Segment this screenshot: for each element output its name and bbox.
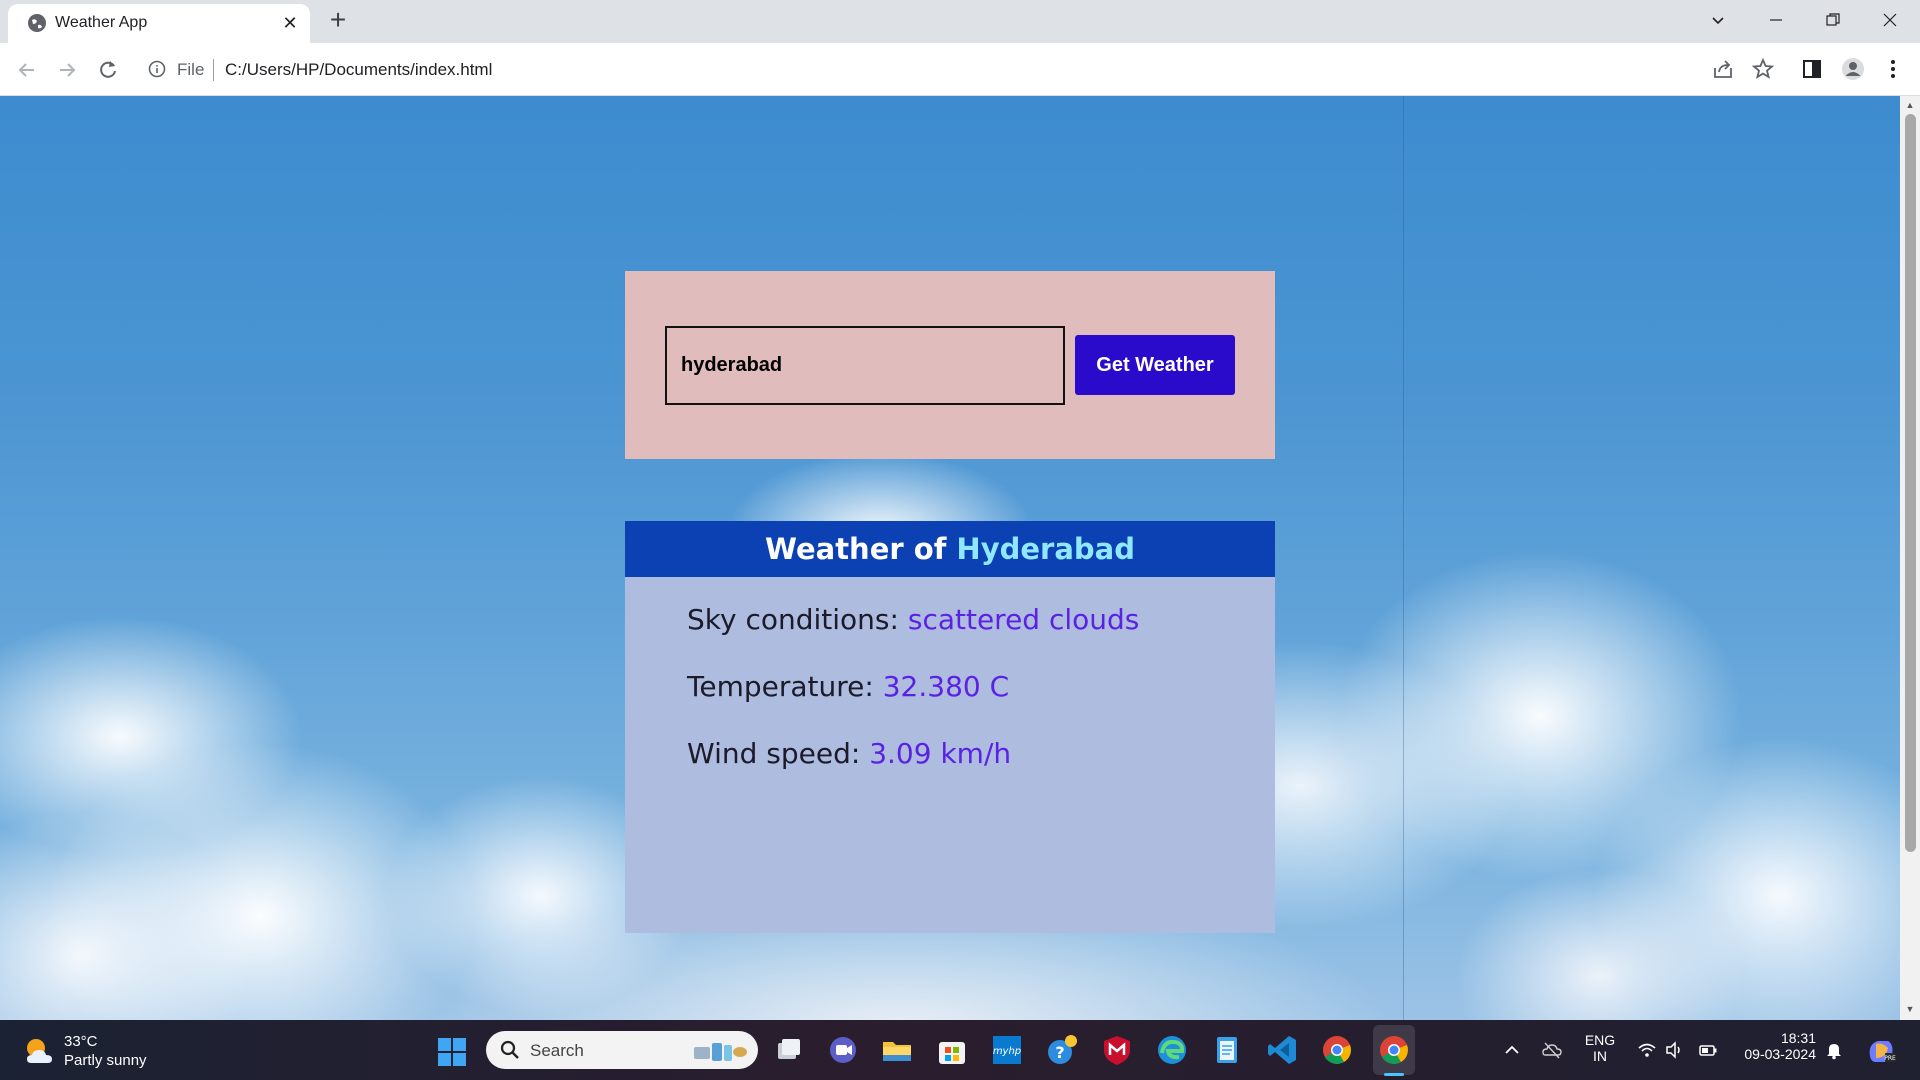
task-view-icon[interactable] <box>772 1033 806 1067</box>
address-separator <box>213 59 214 81</box>
notepad-icon[interactable] <box>1210 1033 1244 1067</box>
wind-label: Wind speed: <box>687 737 861 770</box>
profile-avatar-icon[interactable] <box>1840 56 1866 82</box>
partly-sunny-icon <box>27 1039 52 1063</box>
sky-label: Sky conditions: <box>687 603 899 636</box>
svg-text:myhp: myhp <box>993 1046 1021 1057</box>
tab-close-icon[interactable]: ✕ <box>280 13 300 33</box>
search-icon <box>500 1040 519 1059</box>
taskbar-weather-desc: Partly sunny <box>64 1052 147 1069</box>
taskbar-weather-temp: 33°C <box>64 1033 98 1050</box>
page-viewport: Get Weather Weather of Hyderabad Sky con… <box>0 96 1900 1020</box>
weather-header: Weather of Hyderabad <box>625 521 1275 577</box>
temperature-value: 32.380 C <box>882 670 1010 703</box>
forward-icon[interactable] <box>52 55 82 85</box>
address-scheme-label: File <box>177 60 205 79</box>
svg-text:?: ? <box>1055 1043 1064 1062</box>
tab-title: Weather App <box>55 14 148 31</box>
taskbar-search-placeholder: Search <box>530 1041 584 1060</box>
page-scrollbar[interactable]: ▲ ▼ <box>1900 96 1920 1020</box>
copilot-icon[interactable]: PRE <box>1866 1036 1896 1064</box>
minimize-icon[interactable] <box>1748 0 1804 40</box>
bookmark-star-icon[interactable] <box>1750 56 1776 82</box>
myhp-icon[interactable]: myhp <box>990 1033 1024 1067</box>
language-bottom: IN <box>1593 1048 1607 1064</box>
battery-icon[interactable] <box>1698 1040 1718 1060</box>
search-highlight-icon <box>694 1043 747 1061</box>
language-top: ENG <box>1584 1032 1616 1048</box>
volume-icon[interactable] <box>1664 1040 1684 1060</box>
taskbar-weather-widget[interactable]: 33°C Partly sunny <box>18 1030 198 1072</box>
globe-icon <box>28 14 46 32</box>
meet-video-icon[interactable] <box>826 1033 860 1067</box>
sky-conditions-row: Sky conditions: scattered clouds <box>687 603 1139 636</box>
weather-city: Hyderabad <box>956 532 1135 566</box>
background-seam <box>1403 96 1404 1020</box>
reload-icon[interactable] <box>93 55 123 85</box>
active-app-indicator <box>1384 1073 1404 1076</box>
search-card: Get Weather <box>625 271 1275 459</box>
clock-time: 18:31 <box>1780 1030 1816 1046</box>
get-help-icon[interactable]: ? <box>1045 1033 1079 1067</box>
sky-value: scattered clouds <box>907 603 1140 636</box>
windows-start-icon[interactable] <box>437 1037 467 1067</box>
file-explorer-icon[interactable] <box>880 1033 914 1067</box>
onedrive-offline-icon[interactable] <box>1542 1040 1562 1060</box>
chrome-active-icon[interactable] <box>1377 1033 1411 1067</box>
back-icon[interactable] <box>12 55 42 85</box>
language-indicator[interactable]: ENG IN <box>1578 1032 1622 1064</box>
get-weather-button[interactable]: Get Weather <box>1075 335 1235 395</box>
wind-speed-row: Wind speed: 3.09 km/h <box>687 737 1011 770</box>
temperature-label: Temperature: <box>687 670 874 703</box>
menu-kebab-icon[interactable] <box>1880 56 1906 82</box>
city-input[interactable] <box>665 326 1065 405</box>
clock-date: 09-03-2024 <box>1744 1046 1816 1062</box>
browser-tab-bar: Weather App ✕ + <box>0 0 1920 43</box>
show-hidden-icons-icon[interactable] <box>1502 1040 1522 1060</box>
new-tab-button[interactable]: + <box>325 6 351 34</box>
microsoft-store-icon[interactable] <box>935 1033 969 1067</box>
share-icon[interactable] <box>1710 56 1736 82</box>
wind-value: 3.09 km/h <box>869 737 1012 770</box>
info-icon[interactable] <box>147 59 167 79</box>
scroll-down-icon[interactable]: ▼ <box>1905 1004 1915 1014</box>
browser-toolbar: File C:/Users/HP/Documents/index.html <box>0 43 1920 96</box>
weather-header-prefix: Weather of <box>765 532 947 566</box>
side-panel-icon[interactable] <box>1799 56 1825 82</box>
clock[interactable]: 18:31 09-03-2024 <box>1728 1030 1828 1062</box>
vscode-icon[interactable] <box>1265 1033 1299 1067</box>
restore-icon[interactable] <box>1805 0 1861 40</box>
svg-text:PRE: PRE <box>1884 1055 1896 1062</box>
mcafee-icon[interactable] <box>1100 1033 1134 1067</box>
edge-icon[interactable] <box>1155 1033 1189 1067</box>
windows-taskbar: 33°C Partly sunny Search myhp ? ENG IN 1… <box>0 1020 1920 1080</box>
wifi-icon[interactable] <box>1637 1040 1657 1060</box>
scroll-up-icon[interactable]: ▲ <box>1905 100 1915 110</box>
temperature-row: Temperature: 32.380 C <box>687 670 1009 703</box>
chrome-icon[interactable] <box>1320 1033 1354 1067</box>
weather-card: Weather of Hyderabad Sky conditions: sca… <box>625 521 1275 933</box>
browser-tab[interactable]: Weather App ✕ <box>8 4 310 43</box>
close-window-icon[interactable] <box>1862 0 1918 40</box>
address-url[interactable]: C:/Users/HP/Documents/index.html <box>225 60 492 80</box>
tab-search-icon[interactable] <box>1690 0 1746 40</box>
scrollbar-thumb[interactable] <box>1905 114 1916 852</box>
taskbar-search-box[interactable]: Search <box>486 1031 758 1069</box>
notification-bell-icon[interactable] <box>1824 1040 1844 1060</box>
